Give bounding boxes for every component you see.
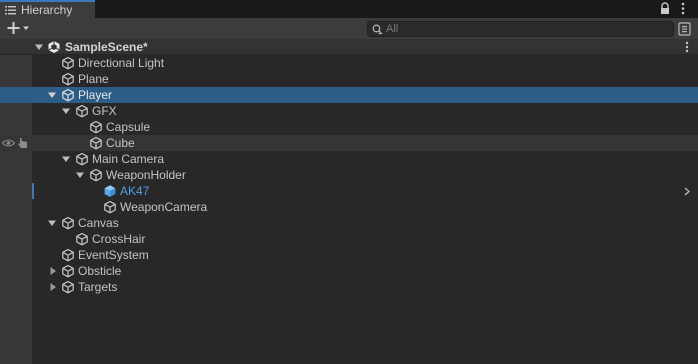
modified-marker [32, 183, 34, 199]
hierarchy-item-main-camera[interactable]: Main Camera [0, 151, 698, 167]
gameobject-cube-icon [62, 280, 74, 294]
item-label: GFX [92, 104, 117, 118]
gameobject-cube-icon [76, 104, 88, 118]
item-label: Player [78, 88, 113, 102]
item-label: WeaponCamera [120, 200, 208, 214]
gameobject-cube-icon [62, 88, 74, 102]
gameobject-cube-icon [62, 216, 74, 230]
item-label: Capsule [106, 120, 151, 134]
collapsed-arrow-icon[interactable] [49, 283, 57, 291]
item-label: Cube [106, 136, 135, 150]
scene-label: SampleScene* [65, 40, 148, 54]
item-label: EventSystem [78, 248, 149, 262]
hierarchy-item-ak47[interactable]: AK47 [0, 183, 698, 199]
gameobject-cube-icon [90, 120, 102, 134]
open-prefab-chevron-icon[interactable] [684, 187, 690, 196]
hierarchy-item-directional-light[interactable]: Directional Light [0, 55, 698, 71]
unity-scene-icon [48, 41, 60, 53]
item-label: AK47 [120, 184, 150, 198]
menu-dots-icon[interactable] [680, 2, 686, 15]
expanded-arrow-icon[interactable] [62, 155, 70, 163]
eye-icon[interactable] [2, 139, 15, 147]
gameobject-cube-icon [90, 136, 102, 150]
tab-label: Hierarchy [21, 3, 73, 17]
item-label: Obsticle [78, 264, 122, 278]
item-label: CrossHair [92, 232, 146, 246]
pick-hand-icon[interactable] [17, 137, 29, 149]
lock-icon[interactable] [659, 2, 671, 15]
prefab-cube-icon [104, 185, 116, 197]
list-icon [5, 6, 16, 15]
search-field[interactable] [367, 21, 674, 37]
scene-row-samplescene[interactable]: SampleScene* [0, 39, 698, 55]
item-label: Directional Light [78, 56, 165, 70]
hierarchy-toolbar [0, 18, 698, 40]
hierarchy-item-obsticle[interactable]: Obsticle [0, 263, 698, 279]
hierarchy-item-canvas[interactable]: Canvas [0, 215, 698, 231]
hierarchy-item-weaponholder[interactable]: WeaponHolder [0, 167, 698, 183]
item-label: Plane [78, 72, 109, 86]
hierarchy-item-player[interactable]: Player [0, 87, 698, 103]
gameobject-cube-icon [62, 264, 74, 278]
gameobject-cube-icon [76, 232, 88, 246]
hierarchy-item-plane[interactable]: Plane [0, 71, 698, 87]
tab-bar: Hierarchy [0, 0, 698, 18]
gameobject-cube-icon [62, 56, 74, 70]
search-icon [372, 24, 383, 35]
hierarchy-item-targets[interactable]: Targets [0, 279, 698, 295]
hierarchy-item-gfx[interactable]: GFX [0, 103, 698, 119]
hierarchy-item-cube[interactable]: Cube [0, 135, 698, 151]
tab-hierarchy[interactable]: Hierarchy [0, 0, 95, 18]
hierarchy-item-crosshair[interactable]: CrossHair [0, 231, 698, 247]
gameobject-cube-icon [104, 200, 116, 214]
scene-menu-dots-icon[interactable] [684, 41, 690, 53]
gameobject-cube-icon [76, 152, 88, 166]
expanded-arrow-icon[interactable] [48, 219, 56, 227]
gameobject-cube-icon [62, 72, 74, 86]
hierarchy-item-capsule[interactable]: Capsule [0, 119, 698, 135]
gameobject-cube-icon [62, 248, 74, 262]
gameobject-cube-icon [90, 168, 102, 182]
hierarchy-item-weaponcamera[interactable]: WeaponCamera [0, 199, 698, 215]
scene-visibility-menu-icon[interactable] [678, 22, 691, 36]
search-input[interactable] [386, 22, 666, 36]
item-label: WeaponHolder [106, 168, 186, 182]
create-plus-dropdown-button[interactable] [4, 20, 34, 37]
collapsed-arrow-icon[interactable] [49, 267, 57, 275]
hierarchy-item-eventsystem[interactable]: EventSystem [0, 247, 698, 263]
expanded-arrow-icon[interactable] [35, 43, 43, 51]
expanded-arrow-icon[interactable] [48, 91, 56, 99]
expanded-arrow-icon[interactable] [76, 171, 84, 179]
item-label: Canvas [78, 216, 119, 230]
item-label: Main Camera [92, 152, 165, 166]
item-label: Targets [78, 280, 118, 294]
expanded-arrow-icon[interactable] [62, 107, 70, 115]
